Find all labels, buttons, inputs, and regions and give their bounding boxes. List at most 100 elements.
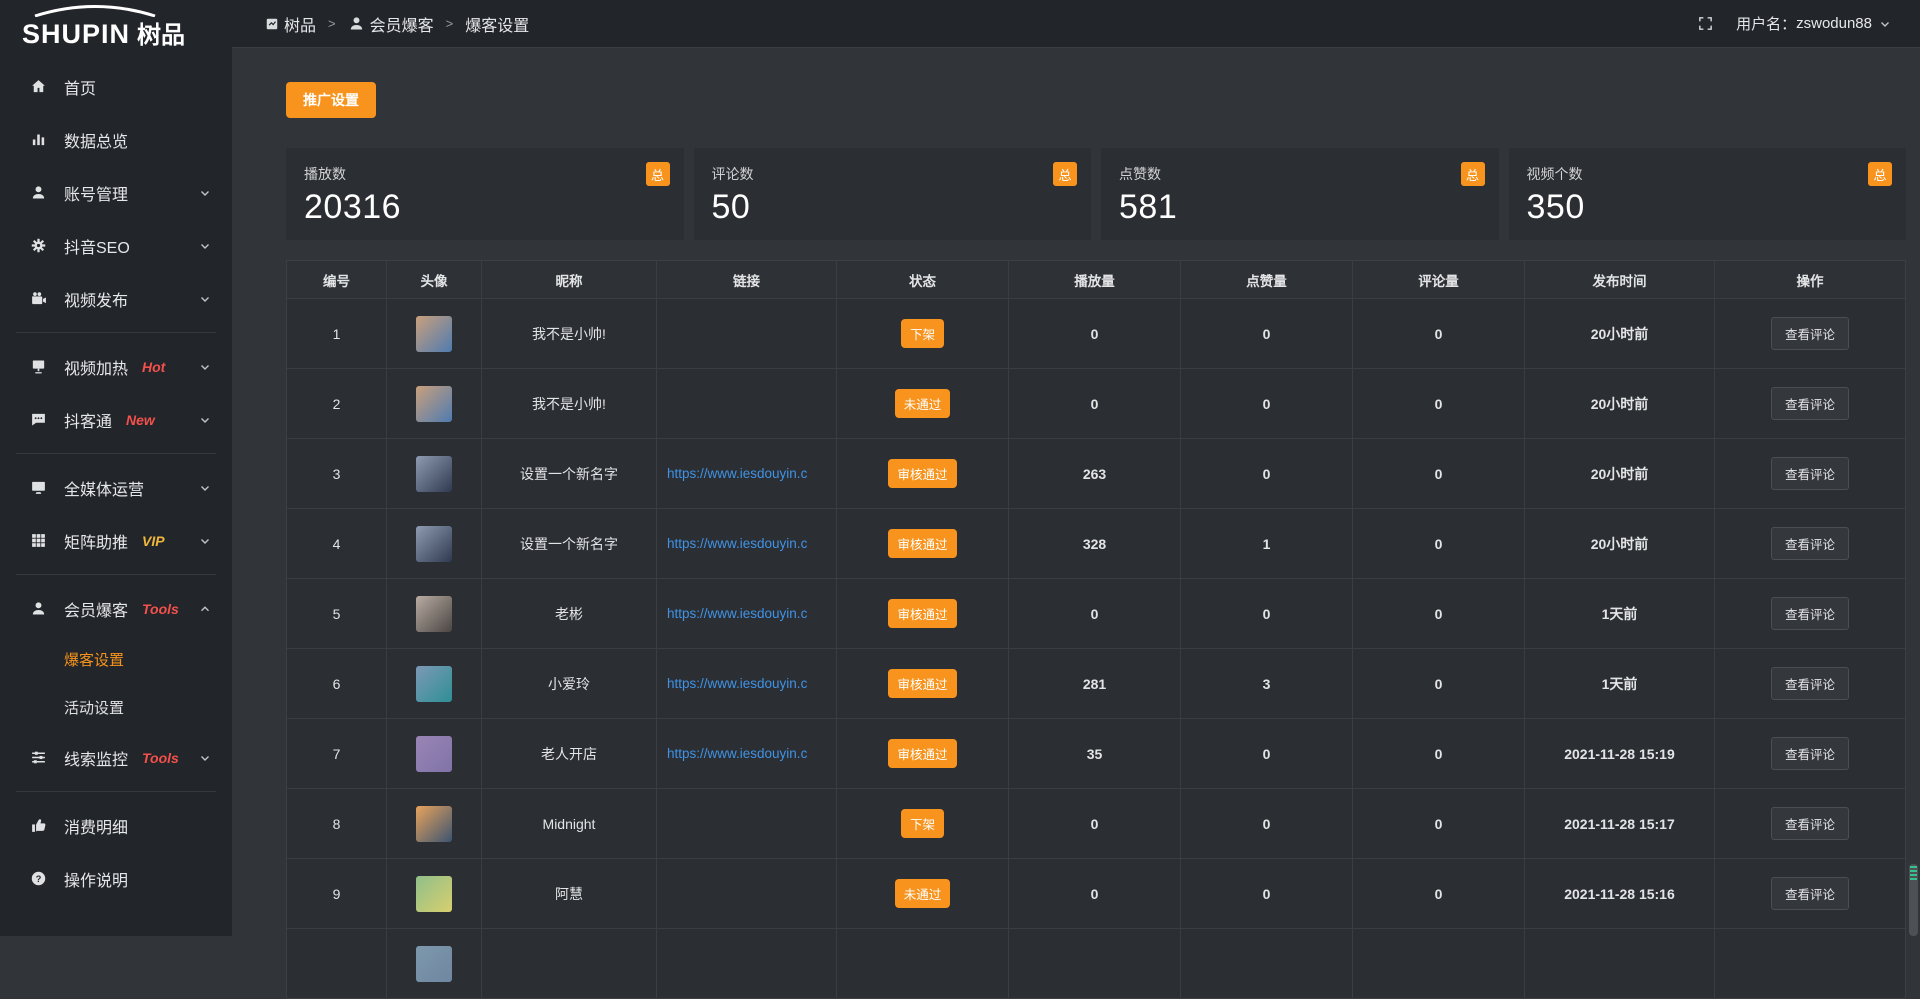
view-comments-button[interactable]: 查看评论 (1771, 527, 1849, 560)
cell-status: 未通过 (837, 369, 1009, 439)
view-comments-button[interactable]: 查看评论 (1771, 597, 1849, 630)
view-comments-button[interactable]: 查看评论 (1771, 807, 1849, 840)
sidebar-item-3[interactable]: 抖音SEO (0, 219, 232, 272)
cell-plays: 281 (1009, 649, 1181, 719)
sidebar-item-11[interactable]: 消费明细 (0, 799, 232, 852)
sidebar-menu: 首页数据总览账号管理抖音SEO视频发布视频加热Hot抖客通New 全媒体运营矩阵助… (0, 50, 232, 905)
sidebar-item-12[interactable]: ?操作说明 (0, 852, 232, 905)
cell-plays: 328 (1009, 509, 1181, 579)
breadcrumb-item-home[interactable]: 树品 (284, 12, 316, 36)
sidebar-item-9[interactable]: 会员爆客Tools (0, 582, 232, 635)
user-icon (348, 15, 365, 32)
sidebar-subitem-active[interactable]: 爆客设置 (0, 635, 232, 683)
cell-nickname: 阿慧 (482, 859, 657, 929)
avatar (416, 666, 452, 702)
top-header: 树品 > 会员爆客 > 爆客设置 用户名： zswodun88 (232, 0, 1920, 48)
cell-status: 下架 (837, 299, 1009, 369)
column-header: 播放量 (1009, 261, 1181, 299)
sidebar-item-tag: Tools (142, 601, 179, 617)
monitor-icon (28, 479, 48, 496)
chevron-down-icon (198, 751, 212, 765)
sidebar-item-4[interactable]: 视频发布 (0, 272, 232, 325)
cell-id: 1 (287, 299, 387, 369)
cell-likes: 0 (1181, 719, 1353, 789)
promo-settings-button[interactable]: 推广设置 (286, 82, 376, 118)
view-comments-button[interactable]: 查看评论 (1771, 877, 1849, 910)
sidebar-item-6[interactable]: 抖客通New (0, 393, 232, 446)
cell-likes: 0 (1181, 369, 1353, 439)
cell-status: 审核通过 (837, 579, 1009, 649)
cell-action: 查看评论 (1715, 439, 1905, 509)
table-row-8: 8Midnight下架0002021-11-28 15:17查看评论 (287, 789, 1905, 859)
avatar (416, 946, 452, 982)
cell-comments: 0 (1353, 509, 1525, 579)
sidebar-item-tag: VIP (142, 533, 165, 549)
avatar (416, 806, 452, 842)
column-header: 头像 (387, 261, 482, 299)
cell-nickname: Midnight (482, 789, 657, 859)
scrollbar-thumb[interactable] (1909, 864, 1918, 936)
chevron-down-icon (198, 186, 212, 200)
cell-avatar (387, 439, 482, 509)
sidebar-item-1[interactable]: 数据总览 (0, 113, 232, 166)
video-camera-icon (28, 290, 48, 307)
cell-likes: 3 (1181, 649, 1353, 719)
breadcrumb-item-section[interactable]: 会员爆客 (370, 12, 434, 36)
sidebar-subitem[interactable]: 活动设置 (0, 683, 232, 731)
view-comments-button[interactable]: 查看评论 (1771, 387, 1849, 420)
video-link[interactable]: https://www.iesdouyin.c (657, 676, 836, 691)
cell-plays: 0 (1009, 579, 1181, 649)
sidebar-item-8[interactable]: 矩阵助推VIP (0, 514, 232, 567)
breadcrumb-separator: > (446, 16, 454, 31)
cell-avatar (387, 859, 482, 929)
view-comments-button[interactable]: 查看评论 (1771, 737, 1849, 770)
view-comments-button[interactable]: 查看评论 (1771, 317, 1849, 350)
chevron-down-icon (198, 360, 212, 374)
logo[interactable]: SHUPIN 树品 (0, 0, 232, 50)
user-menu[interactable]: 用户名： zswodun88 (1736, 13, 1892, 34)
sidebar-item-10[interactable]: 线索监控Tools (0, 731, 232, 784)
cell-comments (1353, 929, 1525, 999)
home-icon (28, 78, 48, 95)
video-link[interactable]: https://www.iesdouyin.c (657, 466, 836, 481)
cell-comments: 0 (1353, 579, 1525, 649)
cell-comments: 0 (1353, 439, 1525, 509)
sidebar-item-label: 账号管理 (64, 181, 128, 205)
total-badge: 总 (1868, 162, 1892, 186)
view-comments-button[interactable]: 查看评论 (1771, 667, 1849, 700)
stat-card-1: 评论数50总 (694, 148, 1092, 240)
sidebar-item-label: 操作说明 (64, 867, 128, 891)
chevron-down-icon (198, 292, 212, 306)
cell-link: https://www.iesdouyin.c (657, 579, 837, 649)
cell-action: 查看评论 (1715, 649, 1905, 719)
chevron-up-icon (198, 602, 212, 616)
cell-action: 查看评论 (1715, 299, 1905, 369)
video-link[interactable]: https://www.iesdouyin.c (657, 606, 836, 621)
cell-plays: 0 (1009, 299, 1181, 369)
total-badge: 总 (1461, 162, 1485, 186)
cell-avatar (387, 509, 482, 579)
avatar (416, 456, 452, 492)
cell-likes: 0 (1181, 789, 1353, 859)
column-header: 发布时间 (1525, 261, 1715, 299)
sidebar-item-2[interactable]: 账号管理 (0, 166, 232, 219)
cell-comments: 0 (1353, 859, 1525, 929)
sidebar-item-5[interactable]: 视频加热Hot (0, 340, 232, 393)
video-link[interactable]: https://www.iesdouyin.c (657, 746, 836, 761)
sidebar-item-7[interactable]: 全媒体运营 (0, 461, 232, 514)
cell-avatar (387, 929, 482, 999)
cell-comments: 0 (1353, 789, 1525, 859)
cell-id: 4 (287, 509, 387, 579)
view-comments-button[interactable]: 查看评论 (1771, 457, 1849, 490)
total-badge: 总 (1053, 162, 1077, 186)
video-link[interactable]: https://www.iesdouyin.c (657, 536, 836, 551)
sidebar-item-0[interactable]: 首页 (0, 60, 232, 113)
sidebar-divider (16, 791, 216, 792)
fullscreen-icon[interactable] (1697, 15, 1714, 32)
table-row-7: 7老人开店https://www.iesdouyin.c审核通过35002021… (287, 719, 1905, 789)
cell-nickname: 小爱玲 (482, 649, 657, 719)
logo-arc (30, 5, 160, 17)
page-scrollbar[interactable] (1908, 0, 1918, 936)
cell-action: 查看评论 (1715, 509, 1905, 579)
cell-link: https://www.iesdouyin.c (657, 719, 837, 789)
